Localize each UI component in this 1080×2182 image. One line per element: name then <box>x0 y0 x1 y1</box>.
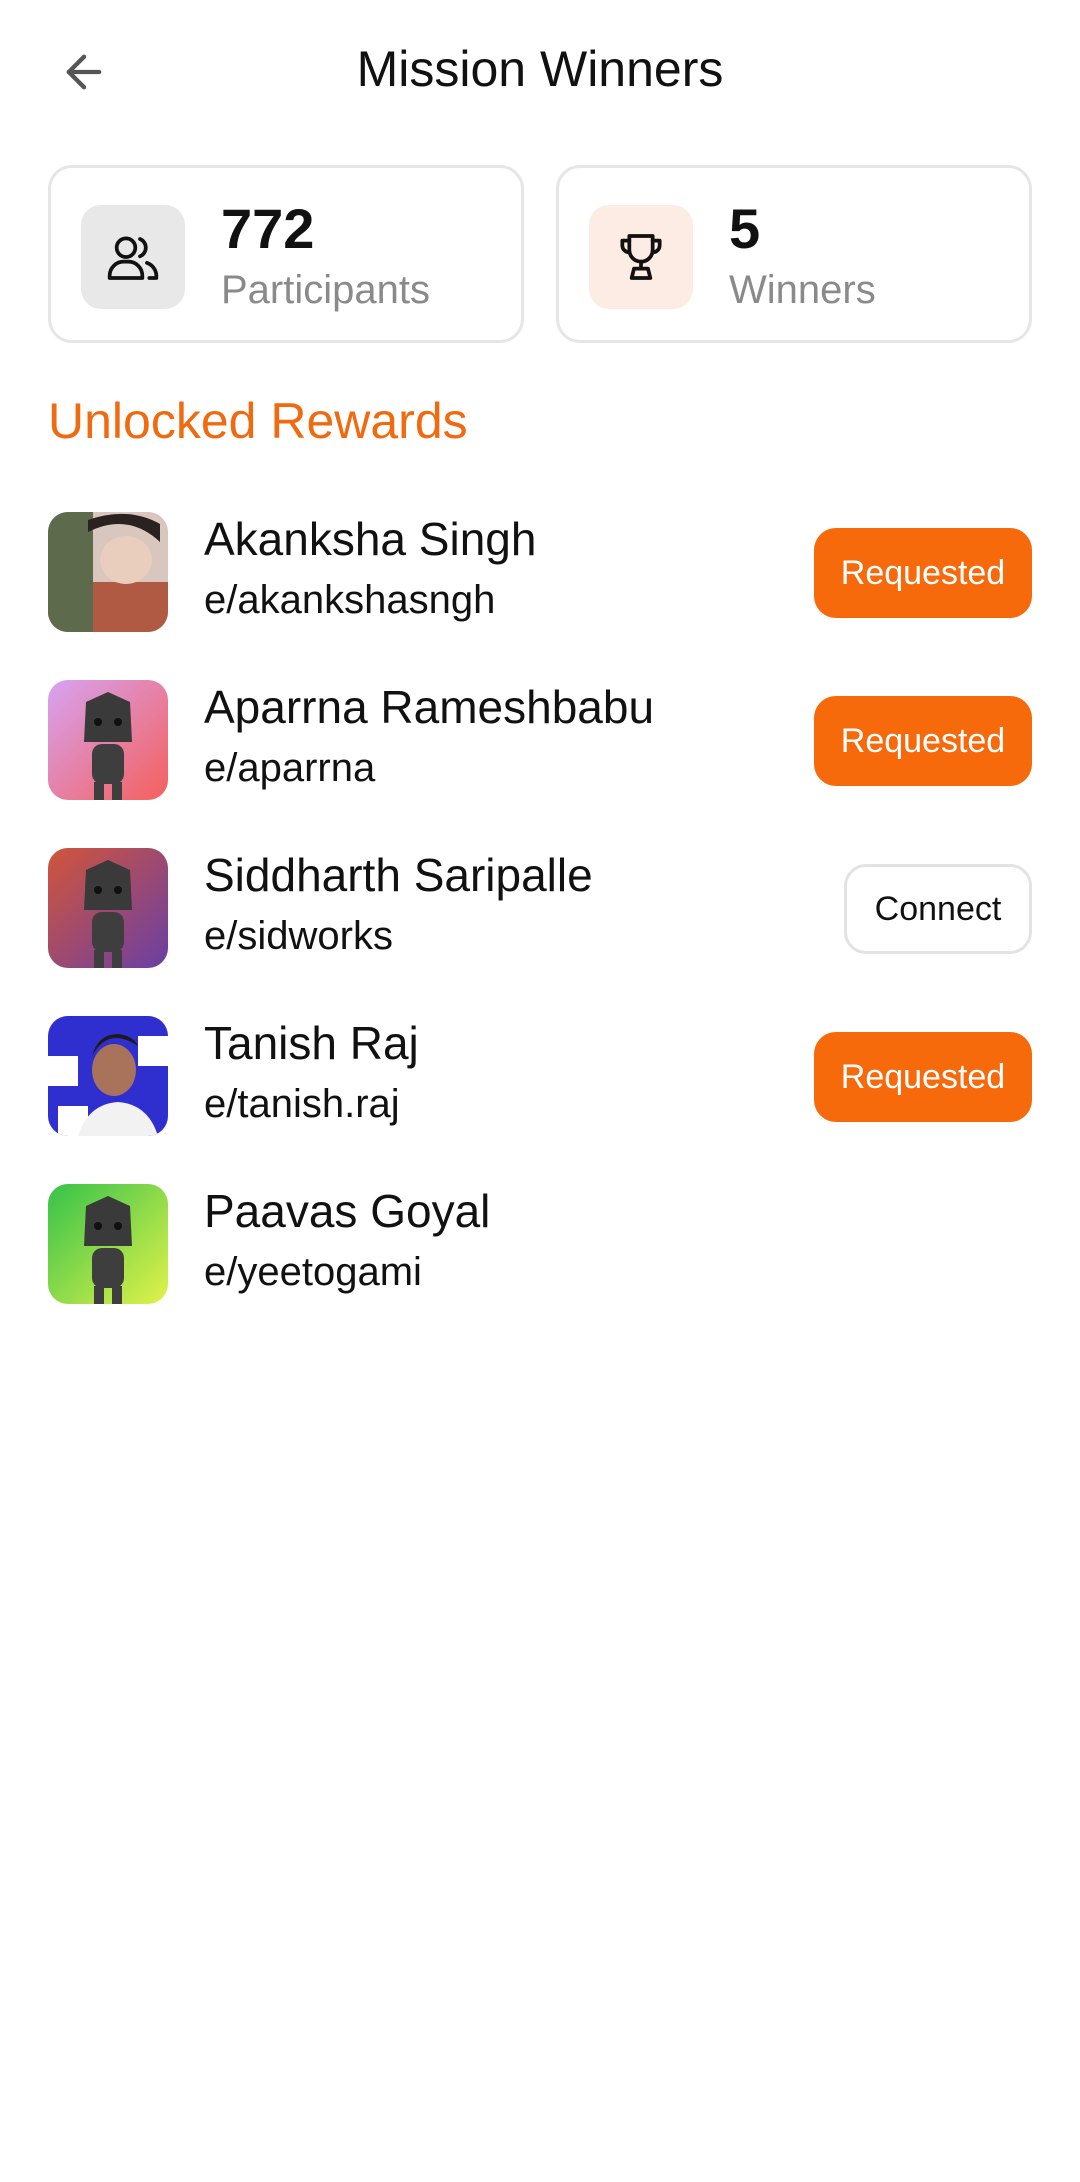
winner-handle: e/tanish.raj <box>204 1082 400 1126</box>
avatar <box>48 680 168 800</box>
participants-card: 772 Participants <box>48 165 524 343</box>
stats-row: 772 Participants 5 Winners <box>48 165 1032 343</box>
winners-icon-box <box>589 205 693 309</box>
header: Mission Winners <box>0 0 1080 140</box>
winner-handle: e/akankshasngh <box>204 578 496 622</box>
winners-card: 5 Winners <box>556 165 1032 343</box>
participants-label: Participants <box>221 268 430 312</box>
unlocked-rewards-heading: Unlocked Rewards <box>48 393 468 449</box>
winner-handle: e/yeetogami <box>204 1250 422 1294</box>
winner-name: Aparrna Rameshbabu <box>204 681 655 733</box>
avatar <box>48 1184 168 1304</box>
list-item[interactable]: Siddharth Saripalle e/sidworks Connect <box>48 848 1032 1016</box>
winners-count: 5 <box>729 197 761 260</box>
winner-name: Paavas Goyal <box>204 1185 491 1237</box>
participants-icon-box <box>81 205 185 309</box>
requested-button[interactable]: Requested <box>814 1032 1032 1122</box>
requested-button[interactable]: Requested <box>814 528 1032 618</box>
list-item[interactable]: Akanksha Singh e/akankshasngh Requested <box>48 512 1032 680</box>
requested-button[interactable]: Requested <box>814 696 1032 786</box>
list-item[interactable]: Aparrna Rameshbabu e/aparrna Requested <box>48 680 1032 848</box>
winners-list: Akanksha Singh e/akankshasngh Requested <box>48 512 1032 1352</box>
page-title: Mission Winners <box>356 41 724 97</box>
avatar <box>48 1016 168 1136</box>
trophy-icon <box>620 234 662 280</box>
winner-handle: e/sidworks <box>204 914 393 958</box>
winners-label: Winners <box>729 268 876 312</box>
users-icon <box>107 236 159 280</box>
winner-name: Akanksha Singh <box>204 513 537 565</box>
list-item[interactable]: Tanish Raj e/tanish.raj Requested <box>48 1016 1032 1184</box>
list-item[interactable]: Paavas Goyal e/yeetogami <box>48 1184 1032 1352</box>
winner-name: Tanish Raj <box>204 1017 419 1069</box>
avatar <box>48 848 168 968</box>
participants-count: 772 <box>221 197 315 260</box>
avatar <box>48 512 168 632</box>
winner-handle: e/aparrna <box>204 746 376 790</box>
mission-winners-screen: Mission Winners 772 Participants 5 Winne… <box>0 0 1080 2182</box>
winner-name: Siddharth Saripalle <box>204 849 593 901</box>
connect-button[interactable]: Connect <box>844 864 1032 954</box>
